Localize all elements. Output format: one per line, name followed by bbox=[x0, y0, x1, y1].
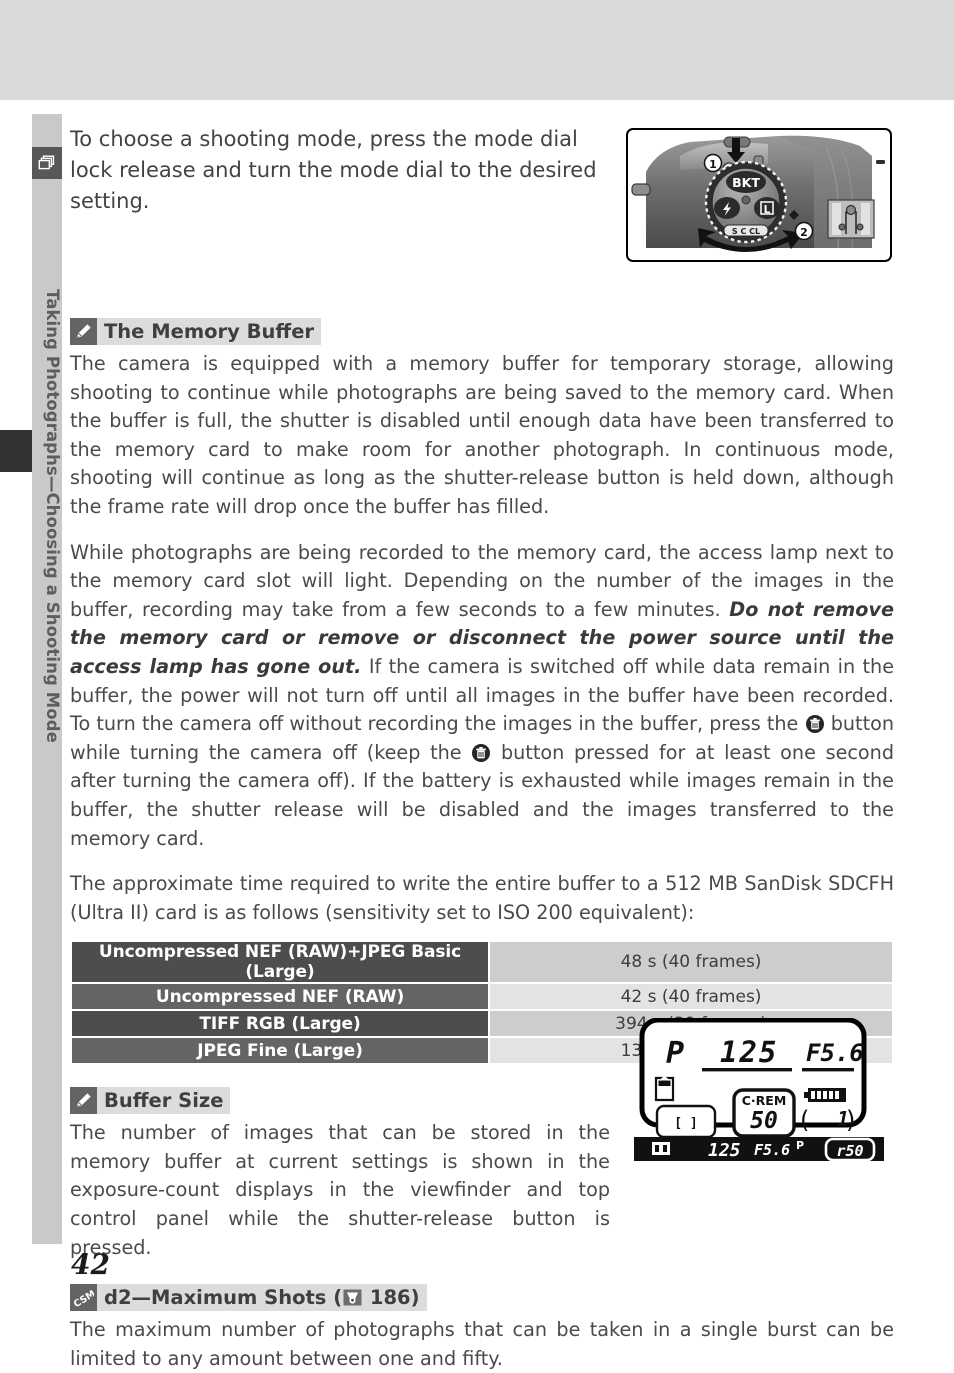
table-cell-value: 48 s (40 frames) bbox=[490, 942, 892, 983]
note-paragraph-emphasis: While photographs are being recorded to … bbox=[70, 539, 894, 854]
table-row: Uncompressed NEF (RAW) 42 s (40 frames) bbox=[72, 984, 892, 1010]
trash-button-icon bbox=[471, 743, 491, 763]
table-cell-label: Uncompressed NEF (RAW) bbox=[72, 984, 488, 1010]
svg-text:125: 125 bbox=[708, 1140, 741, 1161]
note-title: Buffer Size bbox=[97, 1087, 231, 1115]
table-cell-label: TIFF RGB (Large) bbox=[72, 1011, 488, 1037]
note-paragraph-table-intro: The approximate time required to write t… bbox=[70, 872, 894, 924]
page-reference-icon bbox=[342, 1287, 363, 1308]
lcd-display-figure: P 125 F5.6 [ ] C·REM 50 ( 1 ) 125 F5.6 P… bbox=[630, 1017, 888, 1163]
trash-button-icon bbox=[805, 714, 825, 734]
csm-icon: CSM bbox=[70, 1284, 97, 1312]
pencil-icon bbox=[70, 1087, 97, 1115]
svg-text:F5.6: F5.6 bbox=[806, 1039, 864, 1067]
note-heading: The Memory Buffer bbox=[70, 318, 894, 345]
continuous-shooting-icon bbox=[32, 147, 62, 179]
svg-text:r50: r50 bbox=[836, 1142, 863, 1160]
note-title-page-ref: 186) bbox=[363, 1286, 420, 1310]
svg-text:(: ( bbox=[800, 1106, 809, 1134]
table-cell-value: 42 s (40 frames) bbox=[490, 984, 892, 1010]
page-number: 42 bbox=[71, 1248, 110, 1281]
svg-text:[ ]: [ ] bbox=[674, 1116, 697, 1131]
svg-text:C·REM: C·REM bbox=[742, 1093, 787, 1108]
note-memory-buffer: The Memory Buffer The camera is equipped… bbox=[70, 318, 894, 927]
note-title: d2—Maximum Shots ( 186) bbox=[97, 1284, 427, 1312]
chapter-edge-marker bbox=[0, 430, 32, 472]
note-title: The Memory Buffer bbox=[97, 318, 322, 345]
svg-text:P: P bbox=[666, 1036, 684, 1071]
note-heading: CSM d2—Maximum Shots ( 186) bbox=[70, 1284, 894, 1312]
page-header-band bbox=[0, 0, 954, 100]
note-body: The maximum number of photographs that c… bbox=[70, 1318, 894, 1370]
note-heading: Buffer Size bbox=[70, 1087, 610, 1115]
note-buffer-size: Buffer Size The number of images that ca… bbox=[70, 1087, 610, 1262]
svg-text:50: 50 bbox=[750, 1108, 778, 1134]
note-paragraph: The camera is equipped with a memory buf… bbox=[70, 352, 894, 518]
note-d2-maximum-shots: CSM d2—Maximum Shots ( 186) The maximum … bbox=[70, 1284, 894, 1373]
pencil-icon bbox=[70, 318, 97, 345]
svg-text:CSM: CSM bbox=[74, 1288, 94, 1308]
table-row: Uncompressed NEF (RAW)+JPEG Basic (Large… bbox=[72, 942, 892, 983]
svg-text:125: 125 bbox=[720, 1035, 778, 1069]
svg-text:P: P bbox=[796, 1139, 804, 1152]
note-body: The number of images that can be stored … bbox=[70, 1121, 610, 1259]
page-content: The Memory Buffer The camera is equipped… bbox=[70, 118, 894, 1373]
note-title-text: d2—Maximum Shots ( bbox=[104, 1286, 343, 1310]
chapter-label: Taking Photographs—Choosing a Shooting M… bbox=[43, 289, 62, 743]
table-cell-label: JPEG Fine (Large) bbox=[72, 1038, 488, 1064]
table-cell-label: Uncompressed NEF (RAW)+JPEG Basic (Large… bbox=[72, 942, 488, 983]
svg-text:): ) bbox=[846, 1106, 855, 1134]
svg-text:F5.6: F5.6 bbox=[754, 1141, 790, 1159]
